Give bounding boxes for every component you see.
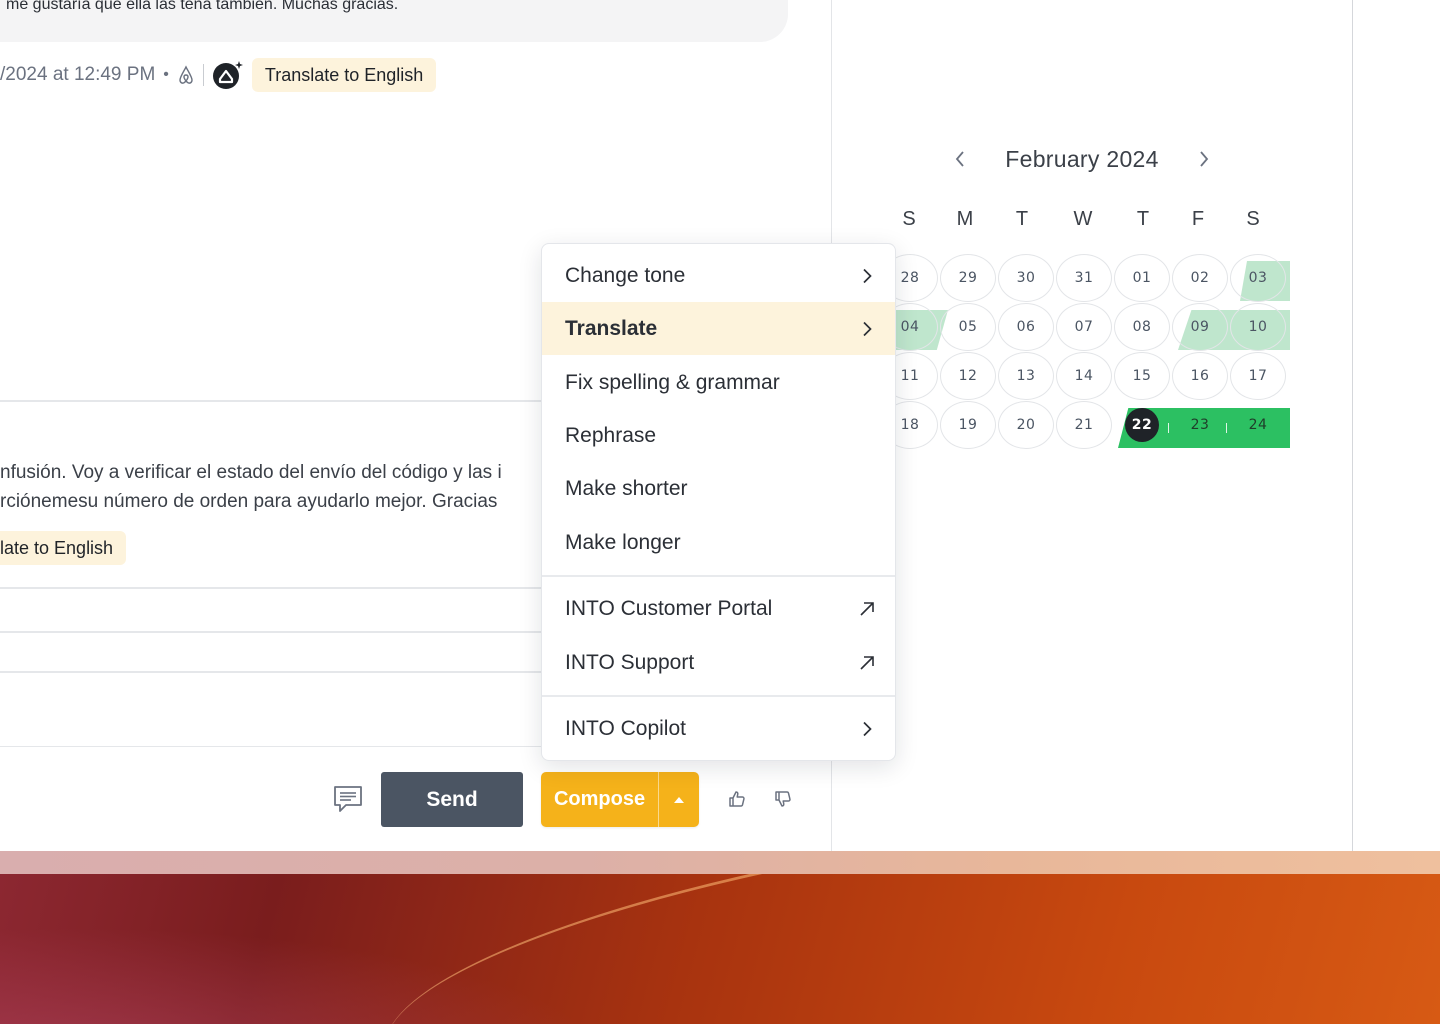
menu-item-label: Make shorter (565, 476, 688, 500)
airbnb-icon (177, 65, 195, 85)
compose-dropdown-menu: Change tone Translate Fix spelling & gra… (541, 243, 896, 761)
reply-translate-chip[interactable]: late to English (0, 531, 127, 565)
weekday-label: S (1246, 208, 1260, 230)
calendar-day-today[interactable]: 22 (1114, 401, 1170, 449)
calendar-weekday-row: S M T W T F S (880, 208, 1284, 236)
calendar-day[interactable]: 20 (998, 401, 1054, 449)
desktop-wallpaper-strip (0, 850, 1440, 874)
chevron-left-icon (955, 151, 964, 167)
meta-separator: • (163, 66, 169, 83)
calendar-day[interactable]: 03 (1230, 254, 1286, 302)
calendar-day[interactable]: 08 (1114, 303, 1170, 351)
weekday-label: T (1015, 208, 1029, 230)
menu-item-label: INTO Customer Portal (565, 596, 773, 620)
weekday-label: F (1191, 208, 1205, 230)
weekday-label: S (902, 208, 916, 230)
calendar-day[interactable]: 29 (940, 254, 996, 302)
menu-item-label: Translate (565, 316, 658, 340)
calendar-header: February 2024 (948, 140, 1216, 178)
divider (0, 671, 545, 673)
translate-to-english-chip[interactable]: Translate to English (251, 58, 437, 92)
calendar-day[interactable]: 17 (1230, 352, 1286, 400)
calendar-panel: February 2024 S M T W T F S 28 29 30 31 … (832, 0, 1353, 851)
menu-item-rephrase[interactable]: Rephrase (542, 409, 895, 462)
compose-split-button: Compose (541, 772, 699, 827)
menu-item-make-longer[interactable]: Make longer (542, 516, 895, 569)
divider (0, 587, 545, 589)
menu-item-label: INTO Support (565, 650, 695, 674)
calendar-day[interactable]: 21 (1056, 401, 1112, 449)
menu-item-customer-portal[interactable]: INTO Customer Portal (542, 582, 895, 635)
message-meta: /2024 at 12:49 PM • Translate to English (0, 58, 437, 92)
calendar-day[interactable]: 30 (998, 254, 1054, 302)
menu-item-label: Change tone (565, 263, 686, 287)
guest-message-bubble: me gustaría que ella las tena también. M… (0, 0, 788, 42)
calendar-day[interactable]: 31 (1056, 254, 1112, 302)
thumbs-up-icon[interactable] (727, 789, 747, 809)
calendar-grid: 28 29 30 31 01 02 03 04 05 06 07 08 09 1… (878, 254, 1290, 454)
calendar-day[interactable]: 16 (1172, 352, 1228, 400)
divider (0, 746, 545, 747)
menu-item-fix-spelling[interactable]: Fix spelling & grammar (542, 356, 895, 409)
menu-item-label: Rephrase (565, 423, 657, 447)
menu-item-label: Fix spelling & grammar (565, 370, 780, 394)
reply-text-line: rciónemesu número de orden para ayudarlo… (0, 491, 498, 512)
desktop-wallpaper (0, 874, 1440, 1024)
compose-button[interactable]: Compose (541, 772, 659, 827)
calendar-day[interactable]: 12 (940, 352, 996, 400)
internal-note-icon[interactable] (331, 782, 365, 816)
menu-item-translate[interactable]: Translate (542, 302, 895, 355)
external-link-icon (860, 601, 874, 616)
meta-divider (202, 64, 204, 86)
calendar-month-title: February 2024 (1005, 145, 1159, 172)
calendar-day[interactable]: 01 (1114, 254, 1170, 302)
calendar-day[interactable]: 09 (1172, 303, 1228, 351)
calendar-day[interactable]: 10 (1230, 303, 1286, 351)
external-link-icon (860, 655, 874, 670)
calendar-day[interactable]: 23 (1172, 401, 1228, 449)
message-timestamp: /2024 at 12:49 PM (0, 64, 156, 85)
next-month-button[interactable] (1192, 147, 1216, 171)
chevron-right-icon (863, 268, 872, 283)
menu-item-support[interactable]: INTO Support (542, 636, 895, 689)
menu-item-copilot[interactable]: INTO Copilot (542, 702, 895, 755)
send-button[interactable]: Send (381, 772, 523, 827)
calendar-day[interactable]: 19 (940, 401, 996, 449)
weekday-label: T (1136, 208, 1150, 230)
thumbs-down-icon[interactable] (773, 789, 793, 809)
menu-separator (542, 695, 895, 697)
divider (0, 400, 545, 402)
chevron-right-icon (863, 321, 872, 336)
reply-text-line: nfusión. Voy a verificar el estado del e… (0, 462, 502, 483)
calendar-day[interactable]: 02 (1172, 254, 1228, 302)
menu-separator (542, 575, 895, 577)
calendar-day[interactable]: 07 (1056, 303, 1112, 351)
previous-month-button[interactable] (948, 147, 972, 171)
divider (0, 631, 545, 633)
weekday-label: M (956, 208, 974, 230)
caret-up-icon (674, 796, 684, 803)
menu-item-change-tone[interactable]: Change tone (542, 249, 895, 302)
menu-item-label: INTO Copilot (565, 716, 686, 740)
weekday-label: W (1073, 208, 1093, 230)
calendar-day[interactable]: 13 (998, 352, 1054, 400)
calendar-day[interactable]: 15 (1114, 352, 1170, 400)
calendar-day[interactable]: 06 (998, 303, 1054, 351)
guest-message-text: me gustaría que ella las tena también. M… (6, 0, 399, 13)
chevron-right-icon (1200, 151, 1209, 167)
compose-menu-toggle[interactable] (659, 772, 699, 827)
calendar-day[interactable]: 14 (1056, 352, 1112, 400)
calendar-day[interactable]: 05 (940, 303, 996, 351)
app-window: me gustaría que ella las tena también. M… (0, 0, 1440, 851)
menu-item-make-shorter[interactable]: Make shorter (542, 462, 895, 515)
today-marker: 22 (1125, 408, 1159, 442)
ai-assistant-icon[interactable] (212, 59, 244, 91)
chevron-right-icon (863, 721, 872, 736)
menu-item-label: Make longer (565, 530, 681, 554)
calendar-day[interactable]: 24 (1230, 401, 1286, 449)
